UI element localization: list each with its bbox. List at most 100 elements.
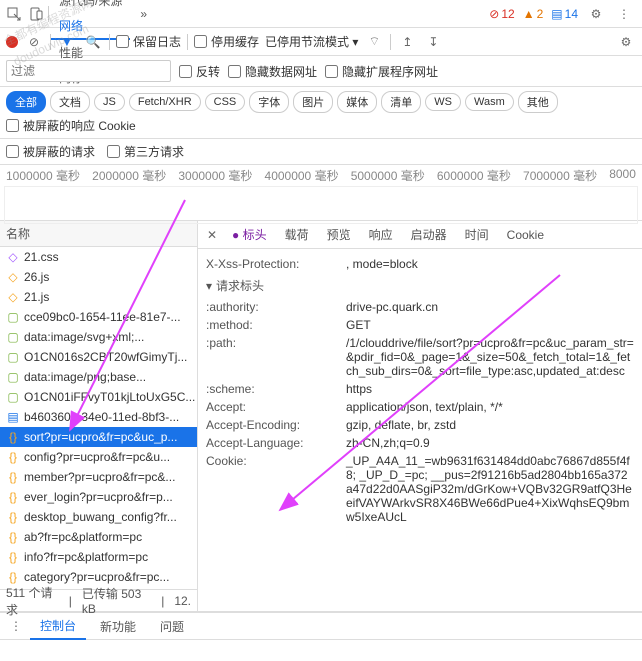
request-headers-section[interactable]: ▾ 请求标头 [206, 273, 634, 298]
timeline-chart[interactable] [4, 186, 638, 224]
name-column-header[interactable]: 名称 [0, 221, 197, 247]
blocked-requests-checkbox[interactable]: 被屏蔽的请求 [6, 143, 95, 160]
clear-icon[interactable]: ⊘ [24, 32, 44, 52]
request-row[interactable]: ◇21.js [0, 287, 197, 307]
info-badge[interactable]: ▤ 14 [551, 7, 578, 21]
toolbar-settings-icon[interactable]: ⚙ [616, 32, 636, 52]
type-filter-文档[interactable]: 文档 [50, 91, 90, 113]
detail-tab-载荷[interactable]: 载荷 [277, 222, 317, 247]
type-filter-全部[interactable]: 全部 [6, 91, 46, 113]
header-key: Accept-Encoding: [206, 418, 346, 432]
type-filter-其他[interactable]: 其他 [518, 91, 558, 113]
device-icon[interactable] [26, 4, 46, 24]
request-row[interactable]: ◇26.js [0, 267, 197, 287]
download-icon[interactable]: ↧ [423, 32, 443, 52]
type-filter-Wasm[interactable]: Wasm [465, 93, 514, 111]
doc-icon: ▤ [6, 410, 20, 424]
warning-badge[interactable]: ▲ 2 [523, 7, 544, 21]
search-icon[interactable]: 🔍 [83, 32, 103, 52]
more-icon[interactable]: ⋮ [614, 4, 634, 24]
error-badge[interactable]: ⊘ 12 [489, 7, 514, 21]
xhr-icon: {} [6, 570, 20, 584]
request-row[interactable]: {}sort?pr=ucpro&fr=pc&uc_p... [0, 427, 197, 447]
header-row: :scheme:https [206, 380, 634, 398]
request-row[interactable]: {}ever_login?pr=ucpro&fr=p... [0, 487, 197, 507]
status-bar: 511 个请求 | 已传输 503 kB | 12. [0, 589, 197, 611]
request-name: O1CN016s2CBT20wfGimyTj... [24, 350, 187, 364]
filter-input[interactable] [6, 60, 171, 82]
wifi-icon[interactable]: ⌔ [364, 32, 384, 52]
detail-tab-启动器[interactable]: 启动器 [403, 222, 455, 247]
drawer-more-icon[interactable]: ⋮ [6, 616, 26, 636]
drawer-tab-新功能[interactable]: 新功能 [90, 614, 146, 639]
third-party-checkbox[interactable]: 第三方请求 [107, 143, 184, 160]
timeline-tick: 1000000 毫秒 [6, 167, 80, 184]
blocked-cookies-checkbox[interactable]: 被屏蔽的响应 Cookie [6, 117, 136, 134]
invert-checkbox[interactable]: 反转 [179, 63, 220, 80]
type-filter-图片[interactable]: 图片 [293, 91, 333, 113]
xhr-icon: {} [6, 510, 20, 524]
drawer-tab-问题[interactable]: 问题 [150, 614, 194, 639]
request-row[interactable]: ◇ 21.css [0, 247, 197, 267]
request-name: sort?pr=ucpro&fr=pc&uc_p... [24, 430, 177, 444]
img-icon: ▢ [6, 310, 20, 324]
timeline-tick: 7000000 毫秒 [523, 167, 597, 184]
drawer-tabs: ⋮ 控制台新功能问题 [0, 612, 642, 640]
hide-data-urls-checkbox[interactable]: 隐藏数据网址 [228, 63, 317, 80]
throttling-select[interactable]: 已停用节流模式 ▾ [265, 33, 358, 50]
request-name: O1CN01iFFvyT01kjLtoUxG5C... [24, 390, 195, 404]
request-row[interactable]: {}info?fr=pc&platform=pc [0, 547, 197, 567]
js-icon: ◇ [6, 270, 20, 284]
devtools-top-tabs: 元素控制台源代码/来源网络性能内存 » ⊘ 12 ▲ 2 ▤ 14 ⚙ ⋮ [0, 0, 642, 28]
timeline[interactable]: 1000000 毫秒2000000 毫秒3000000 毫秒4000000 毫秒… [0, 165, 642, 221]
request-name: 21.css [24, 250, 59, 264]
request-name: b4603600-34e0-11ed-8bf3-... [24, 410, 179, 424]
filter-toggle-icon[interactable]: ▼ [57, 32, 77, 52]
request-row[interactable]: ▢O1CN01iFFvyT01kjLtoUxG5C... [0, 387, 197, 407]
settings-icon[interactable]: ⚙ [586, 4, 606, 24]
request-row[interactable]: ▢data:image/svg+xml;... [0, 327, 197, 347]
request-row[interactable]: ▢data:image/png;base... [0, 367, 197, 387]
timeline-tick: 4000000 毫秒 [265, 167, 339, 184]
type-filter-清单[interactable]: 清单 [381, 91, 421, 113]
detail-tab-时间[interactable]: 时间 [457, 222, 497, 247]
close-detail-icon[interactable]: ✕ [202, 228, 222, 242]
type-filter-媒体[interactable]: 媒体 [337, 91, 377, 113]
record-button[interactable] [6, 36, 18, 48]
inspect-icon[interactable] [4, 4, 24, 24]
img-icon: ▢ [6, 330, 20, 344]
detail-tab-响应[interactable]: 响应 [361, 222, 401, 247]
detail-tab-预览[interactable]: 预览 [319, 222, 359, 247]
upload-icon[interactable]: ↥ [397, 32, 417, 52]
request-row[interactable]: ▤ b4603600-34e0-11ed-8bf3-... [0, 407, 197, 427]
preserve-log-checkbox[interactable]: 保留日志 [116, 33, 181, 50]
disable-cache-checkbox[interactable]: 停用缓存 [194, 33, 259, 50]
request-row[interactable]: ▢cce09bc0-1654-11ee-81e7-... [0, 307, 197, 327]
xhr-icon: {} [6, 550, 20, 564]
tab-源代码/来源[interactable]: 源代码/来源 [51, 0, 130, 13]
type-filter-字体[interactable]: 字体 [249, 91, 289, 113]
request-row[interactable]: {}config?pr=ucpro&fr=pc&u... [0, 447, 197, 467]
request-row[interactable]: {}ab?fr=pc&platform=pc [0, 527, 197, 547]
type-filter-CSS[interactable]: CSS [205, 93, 246, 111]
request-row[interactable]: ▢O1CN016s2CBT20wfGimyTj... [0, 347, 197, 367]
css-icon: ◇ [6, 250, 20, 264]
header-key: :method: [206, 318, 346, 332]
type-filter-WS[interactable]: WS [425, 93, 461, 111]
main-split: 名称 ◇ 21.css ◇26.js◇21.js▢cce09bc0-1654-11e… [0, 221, 642, 612]
drawer-tab-控制台[interactable]: 控制台 [30, 613, 86, 640]
detail-tab-标头[interactable]: ● 标头 [224, 222, 275, 247]
header-row: Accept-Language:zh-CN,zh;q=0.9 [206, 434, 634, 452]
header-row: Cookie:_UP_A4A_11_=wb9631f631484dd0abc76… [206, 452, 634, 526]
request-name: category?pr=ucpro&fr=pc... [24, 570, 169, 584]
detail-tab-Cookie[interactable]: Cookie [499, 224, 552, 246]
request-name: ever_login?pr=ucpro&fr=p... [24, 490, 173, 504]
header-value: application/json, text/plain, */* [346, 400, 634, 414]
hide-ext-urls-checkbox[interactable]: 隐藏扩展程序网址 [325, 63, 438, 80]
more-tabs[interactable]: » [132, 3, 155, 25]
request-row[interactable]: {}member?pr=ucpro&fr=pc&... [0, 467, 197, 487]
header-value: GET [346, 318, 634, 332]
type-filter-JS[interactable]: JS [94, 93, 125, 111]
type-filter-Fetch/XHR[interactable]: Fetch/XHR [129, 93, 201, 111]
request-row[interactable]: {}desktop_buwang_config?fr... [0, 507, 197, 527]
